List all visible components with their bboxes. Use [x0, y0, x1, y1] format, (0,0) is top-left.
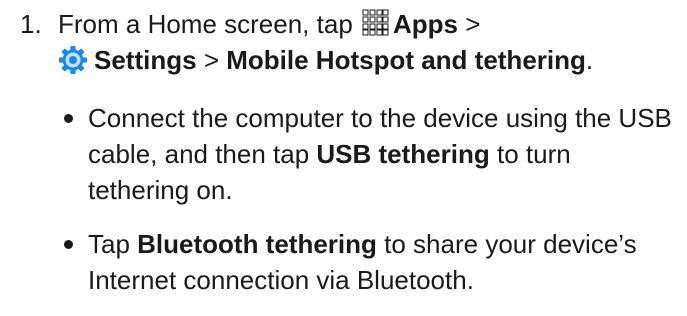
bluetooth-tethering-label: Bluetooth tethering: [137, 229, 377, 259]
path-separator: >: [203, 45, 219, 75]
step-number: 1.: [20, 9, 42, 39]
bullet-usb-tethering: Connect the computer to the device using…: [58, 100, 678, 208]
bullet-dot: [64, 240, 73, 249]
hotspot-tethering-label: Mobile Hotspot and tethering: [226, 45, 586, 75]
settings-label: Settings: [94, 45, 197, 75]
apps-label: Apps: [393, 9, 459, 39]
step-line-1: 1. From a Home screen, tap Apps >: [10, 6, 680, 42]
bullet-text: Connect the computer to the device using…: [88, 100, 678, 208]
bullet-text: Tap Bluetooth tethering to share your de…: [88, 226, 678, 298]
settings-gear-icon: [59, 46, 87, 74]
bullet-bluetooth-tethering: Tap Bluetooth tethering to share your de…: [58, 226, 678, 298]
step-1: 1. From a Home screen, tap Apps > Settin…: [10, 6, 680, 78]
path-separator: >: [465, 9, 481, 39]
step-line-2: Settings > Mobile Hotspot and tethering.: [10, 42, 680, 78]
step-intro-text: From a Home screen, tap: [58, 9, 353, 39]
apps-grid-icon: [362, 9, 389, 36]
bullet-dot: [64, 114, 73, 123]
step-period: .: [585, 45, 594, 75]
bullet-text-pre: Tap: [88, 229, 138, 259]
bullet-list: Connect the computer to the device using…: [58, 100, 678, 316]
usb-tethering-label: USB tethering: [316, 139, 490, 169]
